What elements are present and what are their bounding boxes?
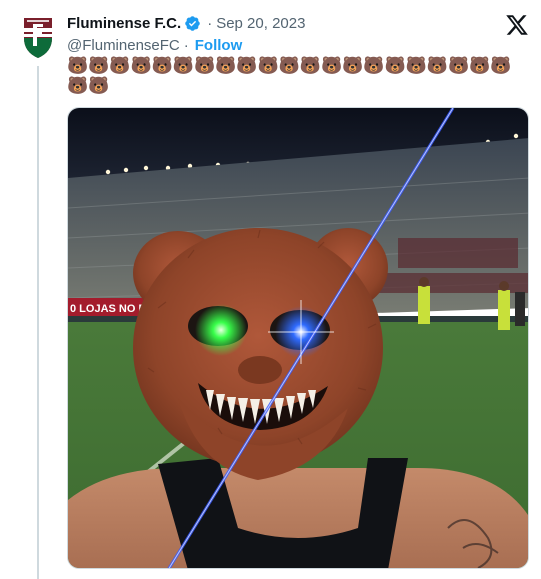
tweet-header: Fluminense F.C. · Sep 20, 2023 @Fluminen… (67, 13, 529, 54)
x-logo-icon[interactable] (505, 13, 529, 37)
fluminense-crest-icon (14, 12, 62, 60)
verified-badge-icon (185, 15, 200, 31)
author-name[interactable]: Fluminense F.C. (67, 15, 181, 32)
tweet-date[interactable]: Sep 20, 2023 (216, 15, 305, 32)
tweet-media-photo[interactable]: 0 LOJAS NO BRASI (67, 107, 529, 569)
author-avatar[interactable] (14, 12, 62, 60)
tweet-text: 🐻🐻🐻🐻🐻🐻🐻🐻🐻🐻🐻🐻🐻🐻🐻🐻🐻🐻🐻🐻🐻🐻🐻 (67, 56, 512, 96)
author-handle[interactable]: @FluminenseFC (67, 37, 180, 54)
handle-separator: · (183, 36, 189, 54)
bear-mask-photo: 0 LOJAS NO BRASI (68, 108, 528, 568)
date-separator: · (207, 14, 213, 32)
follow-button[interactable]: Follow (195, 37, 243, 54)
thread-line (37, 66, 39, 579)
